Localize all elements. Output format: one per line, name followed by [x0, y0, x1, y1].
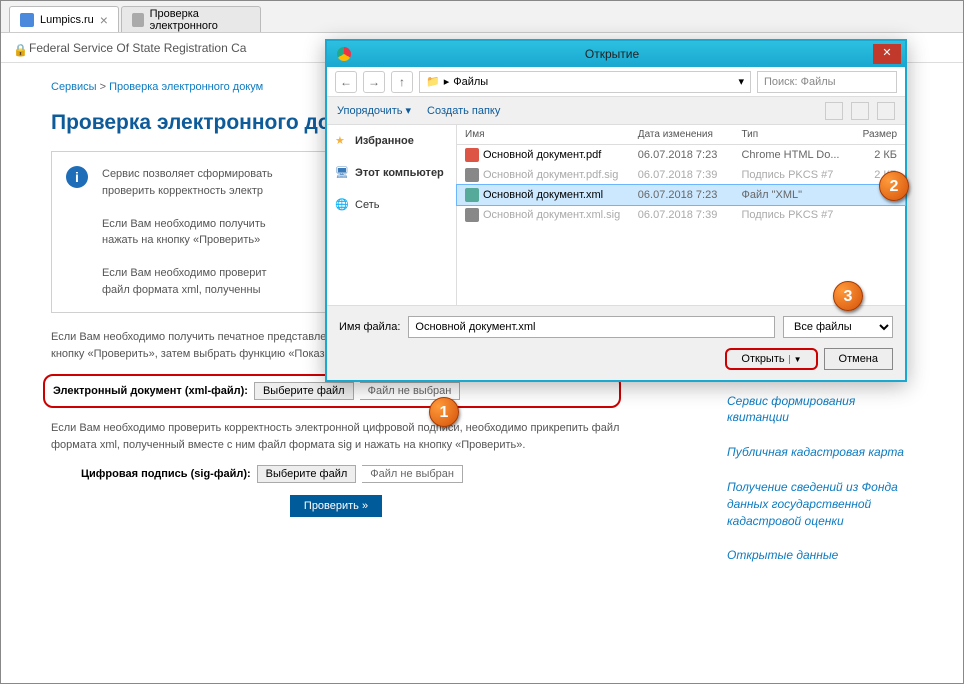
network-item[interactable]: 🌐Сеть [335, 195, 448, 215]
breadcrumb-home[interactable]: Сервисы [51, 81, 97, 93]
up-button[interactable]: ↑ [391, 71, 413, 93]
view-icon[interactable] [825, 102, 843, 120]
tab-lumpics[interactable]: Lumpics.ru × [9, 6, 119, 32]
favorites-item[interactable]: ★Избранное [335, 131, 448, 151]
network-icon: 🌐 [335, 198, 349, 212]
close-button[interactable]: ✕ [873, 44, 901, 64]
dialog-nav: ← → ↑ 📁 ▸ Файлы ▾ Поиск: Файлы [327, 67, 905, 97]
file-icon [465, 148, 479, 162]
file-icon [465, 188, 479, 202]
file-list-header[interactable]: Имя Дата изменения Тип Размер [457, 125, 905, 145]
xml-label: Электронный документ (xml-файл): [53, 385, 248, 397]
tab-title: Проверка электронного [150, 8, 250, 32]
close-icon[interactable]: × [100, 12, 108, 28]
choose-xml-button[interactable]: Выберите файл [254, 382, 354, 400]
sig-status: Файл не выбран [362, 465, 463, 483]
file-item[interactable]: Основной документ.pdf06.07.2018 7:23Chro… [457, 145, 905, 165]
folder-icon: 📁 [426, 75, 440, 88]
sig-label: Цифровая подпись (sig-файл): [81, 468, 251, 480]
filename-label: Имя файла: [339, 321, 400, 333]
search-input[interactable]: Поиск: Файлы [757, 71, 897, 93]
file-icon [465, 208, 479, 222]
path-input[interactable]: 📁 ▸ Файлы ▾ [419, 71, 751, 93]
help-icon[interactable] [877, 102, 895, 120]
marker-2: 2 [879, 171, 909, 201]
sidebar-link[interactable]: Публичная кадастровая карта [727, 444, 913, 461]
address-text: Federal Service Of State Registration Ca [29, 41, 246, 55]
browser-tabs: Lumpics.ru × Проверка электронного [1, 1, 963, 33]
choose-sig-button[interactable]: Выберите файл [257, 465, 357, 483]
dialog-footer: Имя файла: Все файлы Открыть▼ Отмена [327, 305, 905, 380]
lock-icon: 🔒 [13, 43, 23, 53]
file-icon [465, 168, 479, 182]
back-button[interactable]: ← [335, 71, 357, 93]
file-item[interactable]: Основной документ.xml06.07.2018 7:23Файл… [457, 185, 905, 205]
breadcrumb-current[interactable]: Проверка электронного докум [109, 81, 263, 93]
info-icon: i [66, 166, 88, 188]
tab-rosreestr[interactable]: Проверка электронного [121, 6, 261, 32]
dialog-sidebar: ★Избранное 🖥Этот компьютер 🌐Сеть [327, 125, 457, 305]
file-item[interactable]: Основной документ.pdf.sig06.07.2018 7:39… [457, 165, 905, 185]
view-icon[interactable] [851, 102, 869, 120]
favicon-icon [132, 13, 144, 27]
forward-button[interactable]: → [363, 71, 385, 93]
star-icon: ★ [335, 134, 349, 148]
organize-menu[interactable]: Упорядочить ▾ [337, 104, 411, 117]
filter-select[interactable]: Все файлы [783, 316, 893, 338]
this-pc-item[interactable]: 🖥Этот компьютер [335, 163, 448, 183]
cancel-button[interactable]: Отмена [824, 348, 893, 370]
app-icon [337, 47, 351, 61]
check-button[interactable]: Проверить » [290, 495, 382, 517]
filename-input[interactable] [408, 316, 775, 338]
file-item[interactable]: Основной документ.xml.sig06.07.2018 7:39… [457, 205, 905, 225]
file-list: Имя Дата изменения Тип Размер Основной д… [457, 125, 905, 305]
marker-3: 3 [833, 281, 863, 311]
sidebar-link[interactable]: Открытые данные [727, 547, 913, 564]
marker-1: 1 [429, 397, 459, 427]
dialog-toolbar: Упорядочить ▾ Создать папку [327, 97, 905, 125]
dialog-titlebar[interactable]: Открытие ✕ [327, 41, 905, 67]
file-open-dialog: Открытие ✕ ← → ↑ 📁 ▸ Файлы ▾ Поиск: Файл… [325, 39, 907, 382]
sidebar-link[interactable]: Получение сведений из Фонда данных госуд… [727, 479, 913, 529]
sig-file-row: Цифровая подпись (sig-файл): Выберите фа… [51, 465, 621, 483]
description-2: Если Вам необходимо проверить корректнос… [51, 420, 621, 453]
new-folder-button[interactable]: Создать папку [427, 105, 500, 117]
favicon-icon [20, 13, 34, 27]
tab-title: Lumpics.ru [40, 14, 94, 26]
open-button[interactable]: Открыть▼ [725, 348, 817, 370]
dialog-title: Открытие [351, 47, 873, 61]
sidebar-link[interactable]: Сервис формирования квитанции [727, 393, 913, 427]
pc-icon: 🖥 [335, 166, 349, 180]
